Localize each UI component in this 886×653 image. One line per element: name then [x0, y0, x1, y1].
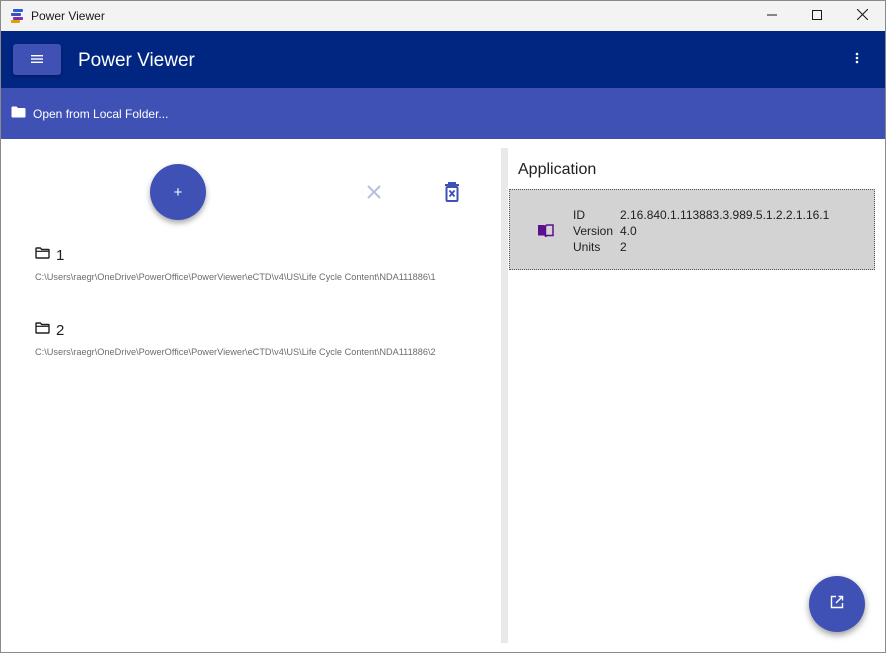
close-window-button[interactable] [839, 1, 885, 31]
folder-name: 2 [56, 321, 65, 339]
folder-name: 1 [56, 246, 65, 264]
id-value: 2.16.840.1.113883.3.989.5.1.2.2.1.16.1 [620, 208, 830, 222]
folders-panel: + 1 C:\Users\raegr\OneDrive\PowerOffice\… [1, 139, 501, 649]
minimize-icon [767, 7, 777, 25]
clear-button[interactable] [365, 183, 383, 201]
delete-icon [443, 182, 461, 207]
version-value: 4.0 [620, 224, 637, 238]
folder-outline-icon [35, 321, 50, 339]
book-icon [537, 224, 554, 238]
toolbar: Open from Local Folder... [1, 88, 885, 139]
menu-button[interactable] [13, 44, 61, 75]
folder-icon [11, 105, 26, 123]
more-options-button[interactable] [847, 49, 867, 71]
application-card[interactable]: ID Version Units 2.16.840.1.113883.3.989… [509, 189, 875, 270]
folder-item[interactable]: 1 C:\Users\raegr\OneDrive\PowerOffice\Po… [35, 245, 475, 283]
close-icon [365, 185, 383, 205]
version-label: Version [573, 224, 614, 238]
open-local-folder-button[interactable]: Open from Local Folder... [11, 104, 168, 124]
more-vertical-icon [855, 51, 859, 69]
application-heading: Application [518, 161, 597, 178]
folder-outline-icon [35, 246, 50, 264]
folder-path: C:\Users\raegr\OneDrive\PowerOffice\Powe… [35, 347, 436, 357]
application-panel: Application ID Version Units 2.16.840.1.… [508, 139, 885, 649]
folder-path: C:\Users\raegr\OneDrive\PowerOffice\Powe… [35, 272, 436, 282]
app-window: Power Viewer Power Viewer Open from Loca… [0, 0, 886, 653]
id-label: ID [573, 208, 585, 222]
open-in-new-icon [830, 595, 844, 614]
maximize-button[interactable] [794, 1, 840, 31]
app-logo-icon [10, 9, 24, 23]
plus-icon: + [173, 183, 183, 201]
window-title: Power Viewer [31, 9, 105, 23]
units-label: Units [573, 240, 601, 254]
open-external-button[interactable] [809, 576, 865, 632]
delete-button[interactable] [443, 181, 461, 203]
hamburger-menu-icon [31, 51, 43, 69]
units-value: 2 [620, 240, 627, 254]
title-bar: Power Viewer [1, 1, 885, 31]
open-local-folder-label: Open from Local Folder... [33, 107, 169, 121]
card-labels: ID Version Units [573, 207, 613, 255]
card-values: 2.16.840.1.113883.3.989.5.1.2.2.1.16.1 4… [620, 207, 829, 255]
maximize-icon [812, 7, 822, 25]
panel-splitter[interactable] [501, 148, 508, 643]
app-bar: Power Viewer [1, 31, 885, 88]
app-title: Power Viewer [78, 50, 195, 71]
close-icon [856, 7, 868, 25]
folder-item[interactable]: 2 C:\Users\raegr\OneDrive\PowerOffice\Po… [35, 320, 475, 358]
add-folder-button[interactable]: + [150, 164, 206, 220]
minimize-button[interactable] [749, 1, 795, 31]
